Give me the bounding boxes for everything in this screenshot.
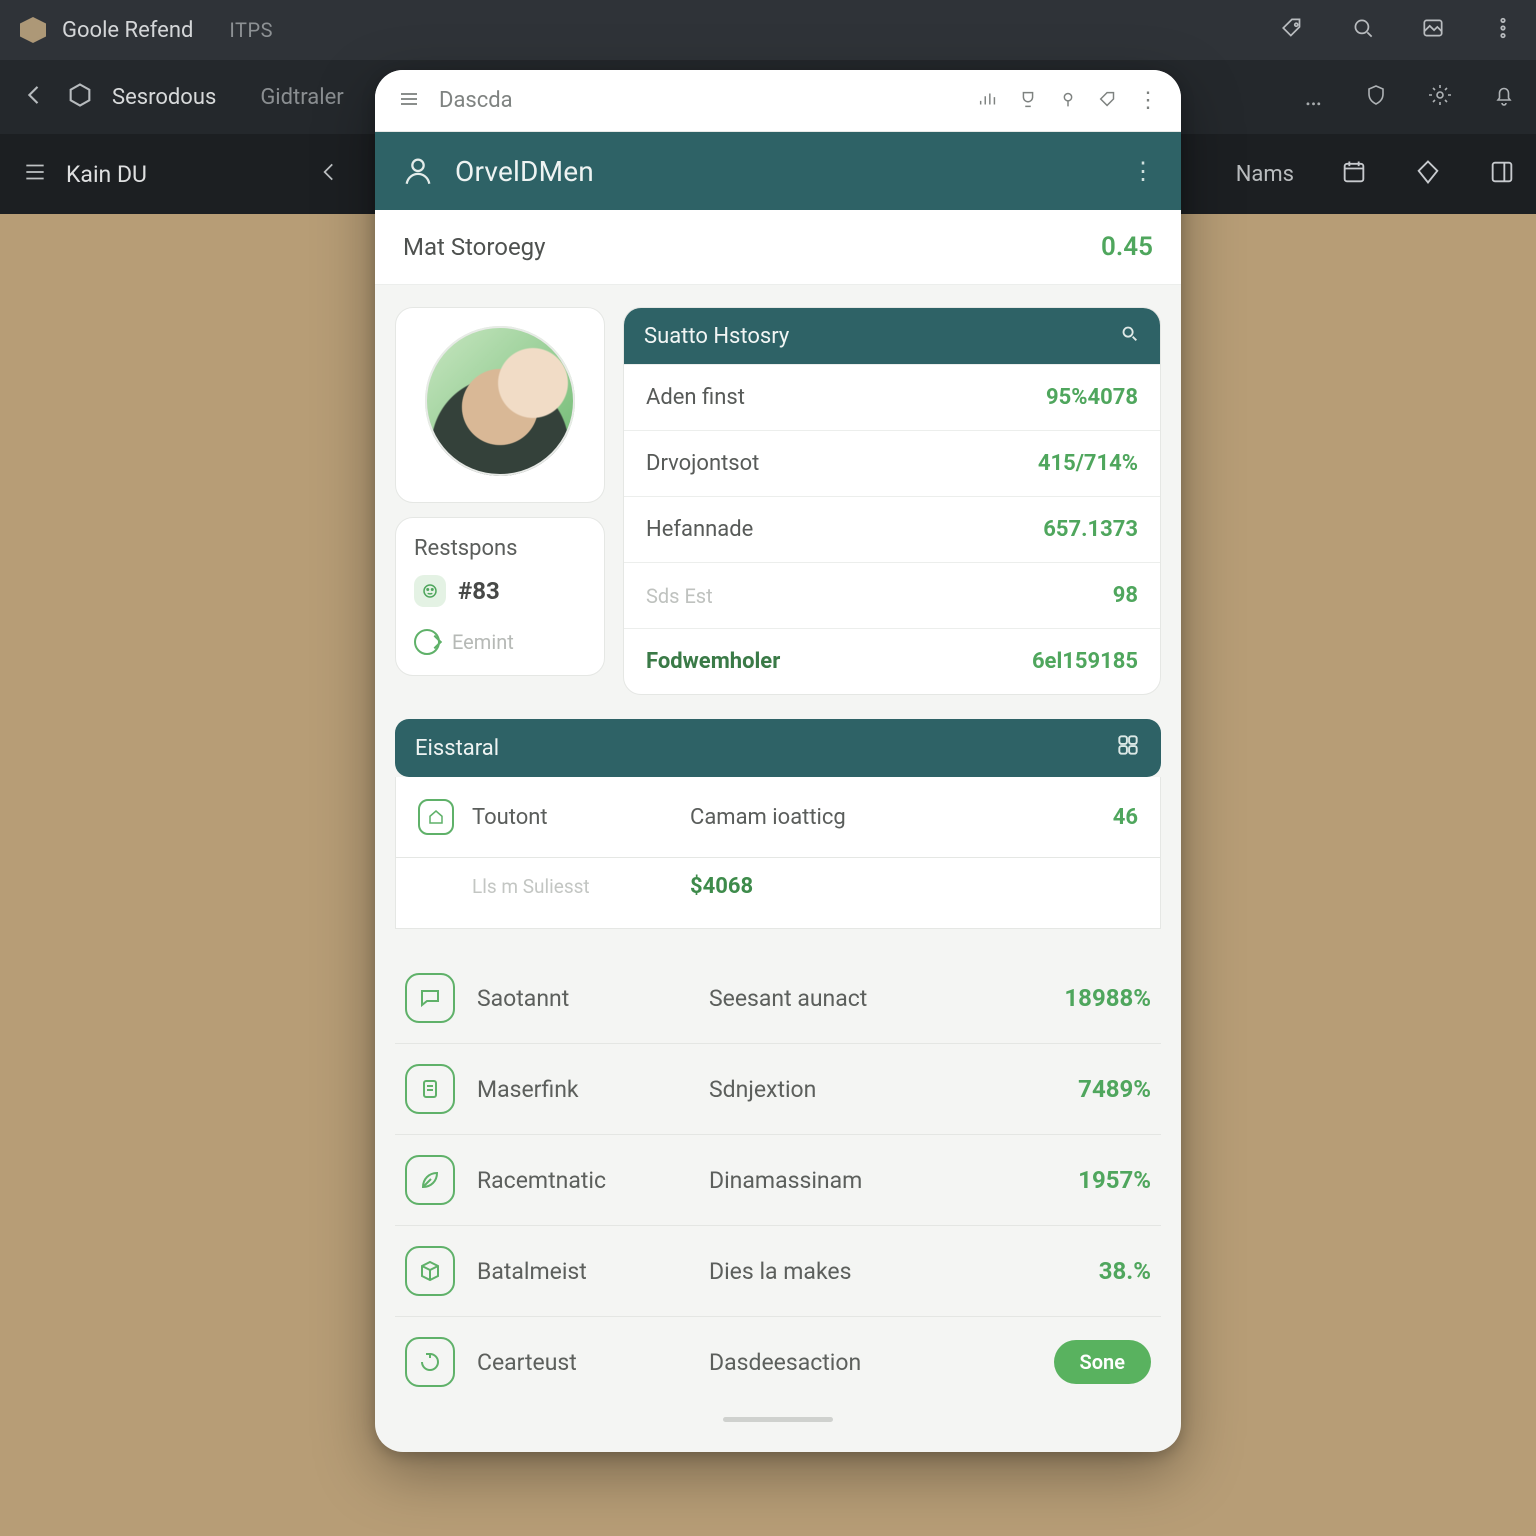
chat-icon	[405, 973, 455, 1023]
cube-icon	[405, 1246, 455, 1296]
face-icon	[414, 575, 446, 607]
pin-icon[interactable]	[1057, 88, 1079, 114]
list-item[interactable]: Batalmeist Dies la makes 38.%	[395, 1225, 1161, 1316]
panel-top-bar: Dascda ⋮	[375, 70, 1181, 132]
tag-icon[interactable]	[1280, 15, 1306, 45]
side-heading: Restspons	[414, 536, 586, 561]
loop-icon	[405, 1337, 455, 1387]
category-row[interactable]: Toutont Camam ioatticg 46	[395, 777, 1161, 858]
panel-kebab-icon[interactable]: ⋮	[1137, 88, 1159, 113]
history-card: Suatto Hstosry Aden finst95%4078 Drvojon…	[623, 307, 1161, 695]
section-title: Eisstaral	[415, 736, 499, 761]
note-icon	[405, 1064, 455, 1114]
panel-menu-icon[interactable]	[397, 87, 421, 115]
summary-label: Mat Storoegy	[403, 233, 546, 261]
summary-bar: Mat Storoegy 0.45	[375, 210, 1181, 285]
image-icon[interactable]	[1420, 15, 1446, 45]
list-item[interactable]: Maserfink Sdnjextion 7489%	[395, 1043, 1161, 1134]
app-name: Goole Refend	[62, 18, 193, 43]
side-stat: #83	[458, 577, 500, 605]
list-item[interactable]: Racemtnatic Dinamassinam 1957%	[395, 1134, 1161, 1225]
diamond-icon[interactable]	[1414, 158, 1442, 190]
shield-icon[interactable]	[1364, 83, 1388, 111]
side-footer[interactable]: Eemint	[452, 630, 514, 654]
tab-label[interactable]: ITPS	[229, 18, 273, 42]
side-card: Restspons #83 Eemint	[395, 517, 605, 676]
cup-icon[interactable]	[1017, 88, 1039, 114]
category-sub-row: Lls m Suliesst $4068 .	[395, 858, 1161, 929]
third-bar-title: Kain DU	[66, 161, 147, 188]
signal-icon[interactable]	[977, 88, 999, 114]
third-bar-label[interactable]: Nams	[1236, 162, 1294, 187]
history-row[interactable]: Hefannade657.1373	[624, 496, 1160, 562]
kebab-icon[interactable]	[1490, 15, 1516, 45]
leaf-icon	[405, 1155, 455, 1205]
handle-bar	[723, 1417, 833, 1422]
history-row[interactable]: Sds Est98	[624, 562, 1160, 628]
history-title: Suatto Hstosry	[644, 324, 789, 349]
history-row[interactable]: Aden finst95%4078	[624, 364, 1160, 430]
avatar[interactable]	[425, 326, 575, 476]
profile-name: OrvelDMen	[455, 155, 594, 188]
history-row[interactable]: Drvojontsot415/714%	[624, 430, 1160, 496]
chevron-left-icon[interactable]	[316, 159, 342, 189]
hero-kebab-icon[interactable]: ⋮	[1131, 157, 1155, 185]
history-row[interactable]: Fodwemholer6el159185	[624, 628, 1160, 694]
app-panel: Dascda ⋮ OrvelDMen ⋮ Mat Storoegy 0.45 R…	[375, 70, 1181, 1452]
breadcrumb-2[interactable]: Gidtraler	[260, 85, 343, 110]
cat-value: 46	[1113, 805, 1138, 830]
arrow-circle-icon[interactable]	[414, 629, 440, 655]
menu-icon[interactable]	[22, 159, 48, 189]
avatar-card	[395, 307, 605, 503]
history-search-icon[interactable]	[1118, 322, 1140, 350]
summary-value: 0.45	[1101, 232, 1153, 262]
panel-icon[interactable]	[1488, 158, 1516, 190]
cat-mid: Camam ioatticg	[690, 805, 1095, 830]
section-header: Eisstaral	[395, 719, 1161, 777]
hex-icon	[66, 81, 94, 113]
cat-sub-label: Lls m Suliesst	[472, 875, 672, 898]
tag2-icon[interactable]	[1097, 88, 1119, 114]
browser-top-bar: Goole Refend ITPS	[0, 0, 1536, 60]
list-item[interactable]: Saotannt Seesant aunact 18988%	[395, 953, 1161, 1043]
bell-icon[interactable]	[1492, 83, 1516, 111]
gear-icon[interactable]	[1428, 83, 1452, 111]
history-header: Suatto Hstosry	[624, 308, 1160, 364]
list-item[interactable]: Cearteust Dasdeesaction Sone	[395, 1316, 1161, 1407]
nav-back-icon[interactable]	[20, 81, 48, 113]
panel-hero: OrvelDMen ⋮	[375, 132, 1181, 210]
app-logo-icon	[20, 17, 46, 43]
action-pill[interactable]: Sone	[1054, 1340, 1151, 1384]
breadcrumb-1[interactable]: Sesrodous	[112, 85, 216, 110]
grid-icon[interactable]	[1115, 732, 1141, 764]
person-icon	[401, 154, 435, 188]
home-icon	[418, 799, 454, 835]
calendar-icon[interactable]	[1340, 158, 1368, 190]
more-dots[interactable]: …	[1305, 82, 1324, 112]
metrics-list: Saotannt Seesant aunact 18988% Maserfink…	[395, 953, 1161, 1407]
cat-sub-mid: $4068	[690, 874, 1114, 899]
cat-label: Toutont	[472, 805, 672, 830]
panel-top-title: Dascda	[439, 88, 513, 113]
search-icon[interactable]	[1350, 15, 1376, 45]
